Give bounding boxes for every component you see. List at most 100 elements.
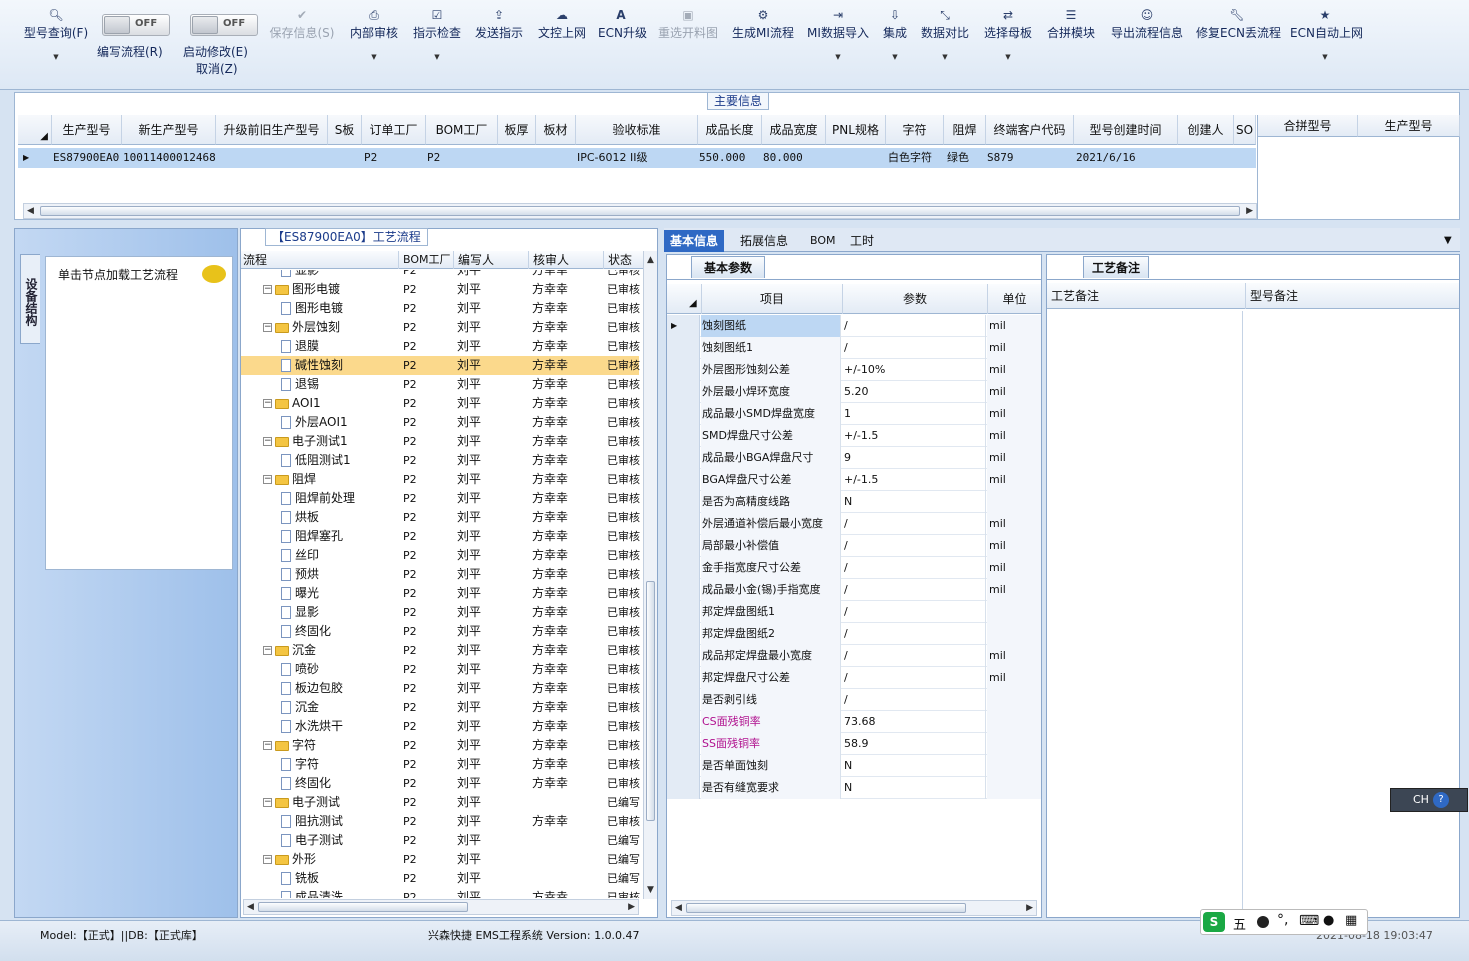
scroll-left-icon[interactable]: ◀ (27, 204, 34, 218)
tree-row[interactable]: 曝光 P2 刘平 方幸幸 已审核 (241, 584, 640, 603)
tree-row[interactable]: 图形电镀 P2 刘平 方幸幸 已审核 (241, 299, 640, 318)
param-row[interactable]: 蚀刻图纸1/mil (667, 337, 1041, 359)
col-header[interactable]: 成品宽度 (762, 115, 826, 145)
scroll-up-icon[interactable]: ▲ (647, 253, 654, 267)
collapse-icon[interactable]: − (263, 285, 272, 294)
param-row[interactable]: 金手指宽度尺寸公差 / mil (667, 557, 1041, 579)
col-header[interactable]: 参数 (842, 284, 987, 314)
col-header[interactable]: BOM工厂 (426, 115, 498, 145)
param-row[interactable]: CS面残铜率 73.68 (667, 711, 1041, 733)
param-row[interactable]: 是否为高精度线路 N (667, 491, 1041, 513)
tree-row[interactable]: 低阻测试1 P2 刘平 方幸幸 已审核 (241, 451, 640, 470)
params-hscroll[interactable]: ◀ ▶ (671, 900, 1037, 916)
model-query-button[interactable]: 🔍︎ 型号查询(F) ▼ (20, 6, 92, 63)
merge-module-button[interactable]: ☰ 合拼模块 (1046, 6, 1096, 41)
collapse-icon[interactable]: − (263, 437, 272, 446)
punctuation-icon[interactable]: °, (1277, 912, 1288, 928)
col-header[interactable]: 订单工厂 (362, 115, 426, 145)
param-row[interactable]: BGA焊盘尺寸公差 +/-1.5 mil (667, 469, 1041, 491)
reselect-cutting-chart-button[interactable]: ▣ 重选开料图 (656, 6, 720, 41)
param-row[interactable]: 外层最小焊环宽度 5.20 mil (667, 381, 1041, 403)
col-header[interactable]: 核审人 (528, 251, 602, 269)
param-value[interactable]: +/-10% (842, 359, 986, 381)
col-header[interactable]: 生产型号 (1358, 115, 1460, 137)
process-notes-input[interactable] (1049, 311, 1243, 911)
table-row[interactable]: ▶ ES87900EA0 10011400012468 P2 P2 IPC-60… (18, 148, 1256, 168)
collapse-icon[interactable]: − (263, 741, 272, 750)
tree-row[interactable]: 阻抗测试 P2 刘平 方幸幸 已审核 (241, 812, 640, 831)
tab-device-structure[interactable]: 设备结构 (20, 254, 40, 344)
tree-row[interactable]: − 电子测试 P2 刘平 已编写 (241, 793, 640, 812)
param-row[interactable]: SS面残铜率 58.9 (667, 733, 1041, 755)
scroll-left-icon[interactable]: ◀ (247, 900, 254, 914)
col-header[interactable]: 编写人 (453, 251, 527, 269)
param-value[interactable]: / (842, 337, 986, 359)
param-value[interactable]: 73.68 (842, 711, 986, 733)
param-value[interactable]: / (842, 535, 986, 557)
tree-row[interactable]: 退锡 P2 刘平 方幸幸 已审核 (241, 375, 640, 394)
param-value[interactable]: / (842, 623, 986, 645)
param-row[interactable]: 局部最小补偿值 / mil (667, 535, 1041, 557)
param-value[interactable]: / (842, 645, 986, 667)
scroll-left-icon[interactable]: ◀ (675, 901, 682, 915)
col-header[interactable]: SO (1234, 115, 1256, 145)
tab-bom[interactable]: BOM (810, 230, 836, 252)
help-icon[interactable]: ? (1433, 792, 1449, 808)
param-row[interactable]: 是否剥引线 / (667, 689, 1041, 711)
start-modify-toggle[interactable]: OFF (190, 14, 258, 36)
ime-toolbar[interactable]: S 五 °, ⌨ ● ▦ (1200, 909, 1368, 935)
ime-bar[interactable]: CH ? (1390, 788, 1468, 812)
tab-process-notes[interactable]: 工艺备注 (1083, 256, 1149, 278)
send-indicate-button[interactable]: ⇪ 发送指示 (474, 6, 524, 41)
ecn-auto-online-button[interactable]: ★ ECN自动上网 ▼ (1290, 6, 1363, 63)
param-value[interactable]: 9 (842, 447, 986, 469)
param-row[interactable]: 是否单面蚀刻 N (667, 755, 1041, 777)
param-row[interactable]: 是否有缝宽要求 N (667, 777, 1041, 799)
tree-row[interactable]: 喷砂 P2 刘平 方幸幸 已审核 (241, 660, 640, 679)
col-header[interactable]: PNL规格 (826, 115, 886, 145)
tree-row[interactable]: 丝印 P2 刘平 方幸幸 已审核 (241, 546, 640, 565)
col-header[interactable]: 创建人 (1178, 115, 1234, 145)
node-hint[interactable]: 单击节点加载工艺流程 (58, 266, 178, 283)
param-row[interactable]: 外层通道补偿后最小宽度 / mil (667, 513, 1041, 535)
param-row[interactable]: 邦定焊盘图纸1/ (667, 601, 1041, 623)
export-flow-info-button[interactable]: ☺ 导出流程信息 (1109, 6, 1185, 41)
col-header[interactable]: 状态 (603, 251, 643, 269)
col-header[interactable]: 升级前旧生产型号 (216, 115, 328, 145)
col-header[interactable]: 流程 (243, 251, 267, 269)
integrate-button[interactable]: ⇩ 集成 ▼ (880, 6, 910, 63)
col-header[interactable]: 合拼型号 (1258, 115, 1358, 137)
tree-row[interactable]: 阻焊前处理 P2 刘平 方幸幸 已审核 (241, 489, 640, 508)
tree-row[interactable]: 电子测试 P2 刘平 已编写 (241, 831, 640, 850)
tab-basic-params[interactable]: 基本参数 (691, 256, 765, 278)
tree-hscroll[interactable]: ◀ ▶ (243, 899, 639, 915)
col-header[interactable]: 新生产型号 (122, 115, 216, 145)
col-header[interactable]: 型号备注 (1245, 283, 1459, 309)
tree-row[interactable]: 沉金 P2 刘平 方幸幸 已审核 (241, 698, 640, 717)
param-value[interactable]: / (842, 601, 986, 623)
param-value[interactable]: +/-1.5 (842, 425, 986, 447)
cancel-button[interactable]: 取消(Z) (196, 60, 238, 77)
scroll-down-icon[interactable]: ▼ (647, 883, 654, 897)
tree-row[interactable]: − 阻焊 P2 刘平 方幸幸 已审核 (241, 470, 640, 489)
collapse-icon[interactable]: − (263, 323, 272, 332)
tree-row[interactable]: − 图形电镀 P2 刘平 方幸幸 已审核 (241, 280, 640, 299)
tab-extended-info[interactable]: 拓展信息 (740, 230, 788, 252)
tree-row[interactable]: − 字符 P2 刘平 方幸幸 已审核 (241, 736, 640, 755)
tree-row[interactable]: 铣板 P2 刘平 已编写 (241, 869, 640, 888)
col-header[interactable]: 成品长度 (698, 115, 762, 145)
col-header[interactable]: 单位 (987, 284, 1041, 314)
col-header[interactable]: 生产型号 (52, 115, 122, 145)
collapse-icon[interactable]: − (263, 475, 272, 484)
data-compare-button[interactable]: ⤡ 数据对比 ▼ (920, 6, 970, 63)
scroll-right-icon[interactable]: ▶ (628, 900, 635, 914)
col-header[interactable]: 板厚 (498, 115, 536, 145)
tree-vscroll[interactable]: ▲ ▼ (643, 251, 657, 899)
tree-row[interactable]: 显影 P2 刘平 方幸幸 已审核 (241, 603, 640, 622)
param-row[interactable]: 成品邦定焊盘最小宽度 / mil (667, 645, 1041, 667)
write-flow-toggle[interactable]: OFF (102, 14, 170, 36)
param-value[interactable]: / (842, 557, 986, 579)
collapse-icon[interactable]: − (263, 646, 272, 655)
internal-review-button[interactable]: ⎙ 内部审核 ▼ (349, 6, 399, 63)
model-notes-input[interactable] (1247, 311, 1457, 911)
